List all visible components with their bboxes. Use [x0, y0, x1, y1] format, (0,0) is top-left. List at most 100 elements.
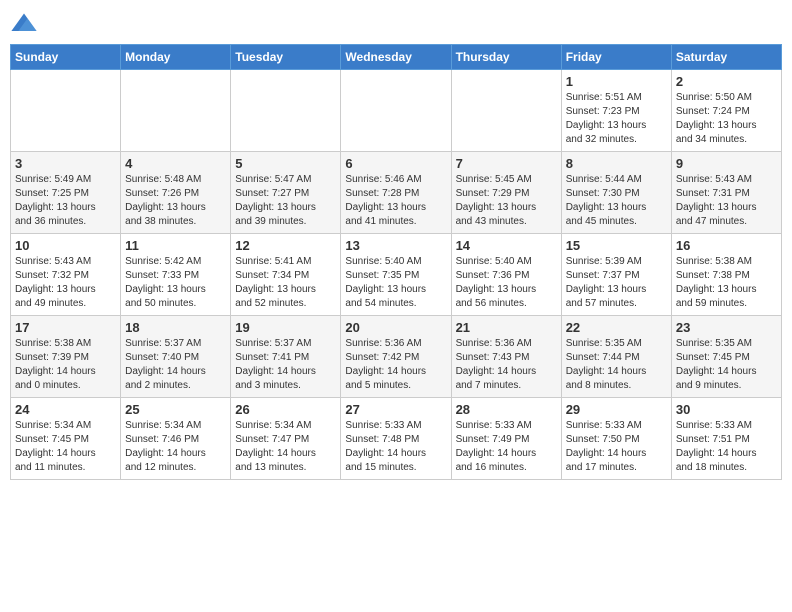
calendar-cell: 6 Sunrise: 5:46 AMSunset: 7:28 PMDaylight… [341, 152, 451, 234]
day-info: Sunrise: 5:42 AMSunset: 7:33 PMDaylight:… [125, 255, 226, 311]
calendar-cell: 24 Sunrise: 5:34 AMSunset: 7:45 PMDayligh… [11, 398, 121, 480]
calendar-cell: 3 Sunrise: 5:49 AMSunset: 7:25 PMDaylight… [11, 152, 121, 234]
day-number: 25 [125, 402, 226, 417]
day-info: Sunrise: 5:35 AMSunset: 7:45 PMDaylight:… [676, 337, 777, 393]
calendar-cell: 18Sunrise: 5:37 AMSunset: 7:40 PMDayligh… [121, 316, 231, 398]
day-number: 14 [456, 238, 557, 253]
calendar-cell: 13 Sunrise: 5:40 AMSunset: 7:35 PMDayligh… [341, 234, 451, 316]
calendar-cell: 1 Sunrise: 5:51 AMSunset: 7:23 PMDaylight… [561, 70, 671, 152]
calendar-cell: 23 Sunrise: 5:35 AMSunset: 7:45 PMDayligh… [671, 316, 781, 398]
day-info: Sunrise: 5:34 AMSunset: 7:47 PMDaylight:… [235, 419, 336, 475]
calendar-cell: 17Sunrise: 5:38 AMSunset: 7:39 PMDayligh… [11, 316, 121, 398]
day-info: Sunrise: 5:33 AMSunset: 7:48 PMDaylight:… [345, 419, 446, 475]
day-info: Sunrise: 5:45 AMSunset: 7:29 PMDaylight:… [456, 173, 557, 229]
day-info: Sunrise: 5:43 AMSunset: 7:31 PMDaylight:… [676, 173, 777, 229]
day-number: 16 [676, 238, 777, 253]
day-info: Sunrise: 5:50 AMSunset: 7:24 PMDaylight:… [676, 91, 777, 147]
calendar-table: SundayMondayTuesdayWednesdayThursdayFrid… [10, 44, 782, 480]
calendar-day-header: Friday [561, 45, 671, 70]
calendar-day-header: Thursday [451, 45, 561, 70]
day-info: Sunrise: 5:49 AMSunset: 7:25 PMDaylight:… [15, 173, 116, 229]
day-number: 19 [235, 320, 336, 335]
logo [10, 10, 42, 38]
day-number: 12 [235, 238, 336, 253]
day-number: 20 [345, 320, 446, 335]
day-info: Sunrise: 5:41 AMSunset: 7:34 PMDaylight:… [235, 255, 336, 311]
calendar-cell: 14 Sunrise: 5:40 AMSunset: 7:36 PMDayligh… [451, 234, 561, 316]
day-info: Sunrise: 5:37 AMSunset: 7:41 PMDaylight:… [235, 337, 336, 393]
day-info: Sunrise: 5:33 AMSunset: 7:51 PMDaylight:… [676, 419, 777, 475]
day-number: 26 [235, 402, 336, 417]
calendar-cell: 11 Sunrise: 5:42 AMSunset: 7:33 PMDayligh… [121, 234, 231, 316]
calendar-header-row: SundayMondayTuesdayWednesdayThursdayFrid… [11, 45, 782, 70]
day-number: 3 [15, 156, 116, 171]
day-info: Sunrise: 5:39 AMSunset: 7:37 PMDaylight:… [566, 255, 667, 311]
calendar-cell: 25 Sunrise: 5:34 AMSunset: 7:46 PMDayligh… [121, 398, 231, 480]
calendar-week-row: 10Sunrise: 5:43 AMSunset: 7:32 PMDayligh… [11, 234, 782, 316]
calendar-cell: 5 Sunrise: 5:47 AMSunset: 7:27 PMDaylight… [231, 152, 341, 234]
day-number: 17 [15, 320, 116, 335]
day-number: 27 [345, 402, 446, 417]
calendar-cell: 10Sunrise: 5:43 AMSunset: 7:32 PMDayligh… [11, 234, 121, 316]
calendar-day-header: Wednesday [341, 45, 451, 70]
day-number: 30 [676, 402, 777, 417]
calendar-cell: 20 Sunrise: 5:36 AMSunset: 7:42 PMDayligh… [341, 316, 451, 398]
calendar-cell [11, 70, 121, 152]
calendar-cell [231, 70, 341, 152]
calendar-week-row: 17Sunrise: 5:38 AMSunset: 7:39 PMDayligh… [11, 316, 782, 398]
day-info: Sunrise: 5:36 AMSunset: 7:43 PMDaylight:… [456, 337, 557, 393]
day-info: Sunrise: 5:51 AMSunset: 7:23 PMDaylight:… [566, 91, 667, 147]
day-info: Sunrise: 5:34 AMSunset: 7:46 PMDaylight:… [125, 419, 226, 475]
day-number: 24 [15, 402, 116, 417]
day-number: 21 [456, 320, 557, 335]
day-number: 2 [676, 74, 777, 89]
calendar-cell: 16Sunrise: 5:38 AMSunset: 7:38 PMDayligh… [671, 234, 781, 316]
day-info: Sunrise: 5:40 AMSunset: 7:35 PMDaylight:… [345, 255, 446, 311]
calendar-cell: 9 Sunrise: 5:43 AMSunset: 7:31 PMDaylight… [671, 152, 781, 234]
day-info: Sunrise: 5:37 AMSunset: 7:40 PMDaylight:… [125, 337, 226, 393]
day-number: 22 [566, 320, 667, 335]
day-number: 7 [456, 156, 557, 171]
calendar-cell: 29Sunrise: 5:33 AMSunset: 7:50 PMDayligh… [561, 398, 671, 480]
calendar-cell: 21 Sunrise: 5:36 AMSunset: 7:43 PMDayligh… [451, 316, 561, 398]
calendar-cell: 27 Sunrise: 5:33 AMSunset: 7:48 PMDayligh… [341, 398, 451, 480]
calendar-week-row: 1 Sunrise: 5:51 AMSunset: 7:23 PMDaylight… [11, 70, 782, 152]
day-info: Sunrise: 5:47 AMSunset: 7:27 PMDaylight:… [235, 173, 336, 229]
calendar-cell: 12 Sunrise: 5:41 AMSunset: 7:34 PMDayligh… [231, 234, 341, 316]
calendar-cell: 30 Sunrise: 5:33 AMSunset: 7:51 PMDayligh… [671, 398, 781, 480]
day-info: Sunrise: 5:48 AMSunset: 7:26 PMDaylight:… [125, 173, 226, 229]
day-number: 1 [566, 74, 667, 89]
day-info: Sunrise: 5:46 AMSunset: 7:28 PMDaylight:… [345, 173, 446, 229]
page-header [10, 10, 782, 38]
calendar-day-header: Sunday [11, 45, 121, 70]
calendar-week-row: 24 Sunrise: 5:34 AMSunset: 7:45 PMDayligh… [11, 398, 782, 480]
day-number: 8 [566, 156, 667, 171]
day-number: 9 [676, 156, 777, 171]
day-info: Sunrise: 5:33 AMSunset: 7:49 PMDaylight:… [456, 419, 557, 475]
calendar-cell [341, 70, 451, 152]
calendar-cell: 22 Sunrise: 5:35 AMSunset: 7:44 PMDayligh… [561, 316, 671, 398]
day-number: 6 [345, 156, 446, 171]
day-info: Sunrise: 5:35 AMSunset: 7:44 PMDaylight:… [566, 337, 667, 393]
calendar-cell: 28 Sunrise: 5:33 AMSunset: 7:49 PMDayligh… [451, 398, 561, 480]
calendar-day-header: Saturday [671, 45, 781, 70]
day-number: 11 [125, 238, 226, 253]
day-number: 5 [235, 156, 336, 171]
calendar-week-row: 3 Sunrise: 5:49 AMSunset: 7:25 PMDaylight… [11, 152, 782, 234]
day-info: Sunrise: 5:40 AMSunset: 7:36 PMDaylight:… [456, 255, 557, 311]
calendar-cell: 7 Sunrise: 5:45 AMSunset: 7:29 PMDaylight… [451, 152, 561, 234]
calendar-day-header: Monday [121, 45, 231, 70]
day-number: 28 [456, 402, 557, 417]
day-info: Sunrise: 5:43 AMSunset: 7:32 PMDaylight:… [15, 255, 116, 311]
calendar-cell: 8Sunrise: 5:44 AMSunset: 7:30 PMDaylight… [561, 152, 671, 234]
calendar-cell: 15Sunrise: 5:39 AMSunset: 7:37 PMDayligh… [561, 234, 671, 316]
day-number: 29 [566, 402, 667, 417]
calendar-cell [451, 70, 561, 152]
day-number: 13 [345, 238, 446, 253]
calendar-cell: 26 Sunrise: 5:34 AMSunset: 7:47 PMDayligh… [231, 398, 341, 480]
day-info: Sunrise: 5:34 AMSunset: 7:45 PMDaylight:… [15, 419, 116, 475]
day-info: Sunrise: 5:36 AMSunset: 7:42 PMDaylight:… [345, 337, 446, 393]
day-number: 4 [125, 156, 226, 171]
calendar-day-header: Tuesday [231, 45, 341, 70]
day-number: 23 [676, 320, 777, 335]
